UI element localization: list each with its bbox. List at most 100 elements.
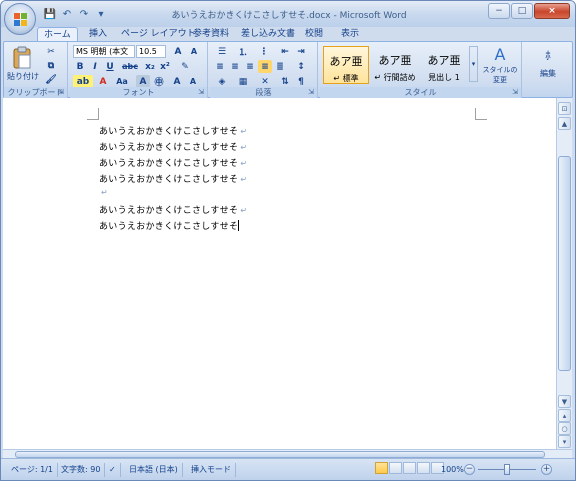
clipboard-group-label: クリップボード ⇲ [4, 87, 67, 98]
document-line-7[interactable]: あいうえおかきくけこさしすせそ [99, 219, 240, 232]
paragraph-group-label: 段落 ⇲ [210, 87, 317, 98]
line-2-text: あいうえおかきくけこさしすせそ [99, 143, 239, 153]
line-3-text: あいうえおかきくけこさしすせそ [99, 159, 239, 169]
language-indicator[interactable]: 日本語 (日本) [125, 463, 183, 477]
paste-label[interactable]: 貼り付け [6, 70, 40, 82]
minimize-button[interactable]: − [488, 3, 510, 19]
paste-icon[interactable] [8, 44, 36, 72]
line-spacing-icon[interactable]: ↕ [292, 60, 310, 73]
tab-view[interactable]: 表示 [335, 27, 365, 42]
word-window: 💾 ↶ ↷ ▾ あいうえおかきくけこさしすせそ.docx - Microsoft… [0, 0, 576, 481]
print-layout-icon[interactable] [375, 462, 388, 474]
clipboard-launcher-icon[interactable]: ⇲ [57, 88, 65, 96]
numbering-icon[interactable]: ⒈ [234, 45, 252, 58]
style-normal[interactable]: あア亜 ↵ 標準 [323, 46, 369, 84]
increase-indent-icon[interactable]: ⇥ [294, 45, 308, 58]
zoom-out-icon[interactable]: − [464, 464, 475, 475]
bullets-icon[interactable]: ☰ [213, 45, 231, 58]
distributed-icon[interactable]: ≣ [273, 60, 287, 73]
tab-references[interactable]: 参考資料 [187, 27, 235, 42]
tab-insert[interactable]: 挿入 [83, 27, 113, 42]
clear-formatting-icon[interactable]: ✎ [178, 60, 192, 73]
editing-button[interactable]: 編集 [528, 66, 568, 80]
margin-corner-top-left [87, 108, 99, 120]
italic-button[interactable]: I [88, 60, 102, 73]
office-button[interactable] [4, 3, 36, 35]
document-line-1[interactable]: あいうえおかきくけこさしすせそ ↵ [99, 124, 247, 137]
paragraph-mark: ↵ [240, 143, 248, 152]
zoom-in-icon[interactable]: + [541, 464, 552, 475]
bold-button[interactable]: B [73, 60, 87, 73]
paragraph-mark: ↵ [240, 206, 248, 215]
page-indicator[interactable]: ページ: 1/1 [7, 463, 58, 477]
zoom-level[interactable]: 100% [441, 463, 464, 477]
grow-font-button[interactable]: A [171, 45, 185, 58]
justify-icon[interactable]: ≡ [258, 60, 272, 73]
title-bar: 💾 ↶ ↷ ▾ あいうえおかきくけこさしすせそ.docx - Microsoft… [1, 1, 575, 35]
close-button[interactable]: × [534, 3, 570, 19]
format-painter-icon[interactable]: 🖌 [44, 73, 58, 86]
underline-button[interactable]: U [103, 60, 117, 73]
find-icon[interactable]: ﾎ [536, 45, 560, 65]
style-normal-name: ↵ 標準 [333, 74, 359, 83]
document-line-3[interactable]: あいうえおかきくけこさしすせそ ↵ [99, 156, 247, 169]
maximize-button[interactable]: □ [511, 3, 533, 19]
document-line-5[interactable]: ↵ [99, 188, 108, 198]
vertical-scrollbar[interactable]: ⊡ ▲ ▼ ▴ ○ ▾ [556, 98, 572, 449]
copy-icon[interactable]: ⧉ [44, 59, 58, 72]
outline-icon[interactable] [417, 462, 430, 474]
office-logo-icon [14, 13, 27, 26]
tab-home[interactable]: ホーム [37, 27, 78, 42]
font-name-combo[interactable]: MS 明朝 (本文 [73, 45, 135, 58]
style-heading-1[interactable]: あア亜 見出し 1 [421, 46, 467, 84]
align-right-icon[interactable]: ≡ [243, 60, 257, 73]
ribbon: 貼り付け ✂ ⧉ 🖌 クリップボード ⇲ MS 明朝 (本文 10.5 A A … [3, 41, 573, 98]
style-no-spacing[interactable]: あア亜 ↵ 行間詰め [372, 46, 418, 84]
paragraph-mark: ↵ [240, 159, 248, 168]
editing-group: ﾎ 編集 [524, 42, 572, 98]
decrease-indent-icon[interactable]: ⇤ [278, 45, 292, 58]
styles-scroll-icon[interactable]: ▾ [469, 46, 478, 82]
superscript-button[interactable]: x² [158, 60, 172, 73]
web-layout-icon[interactable] [403, 462, 416, 474]
font-launcher-icon[interactable]: ⇲ [197, 88, 205, 96]
document-line-2[interactable]: あいうえおかきくけこさしすせそ ↵ [99, 140, 247, 153]
ruler-toggle-icon[interactable]: ⊡ [558, 102, 571, 115]
scroll-up-icon[interactable]: ▲ [558, 117, 571, 130]
full-screen-reading-icon[interactable] [389, 462, 402, 474]
change-styles-button[interactable]: スタイルの変更 [480, 66, 520, 84]
strikethrough-button[interactable]: abc [120, 60, 140, 73]
next-page-icon[interactable]: ▾ [558, 435, 571, 448]
style-no-spacing-preview: あア亜 [378, 54, 412, 67]
browse-object-icon[interactable]: ○ [558, 422, 571, 435]
align-left-icon[interactable]: ≡ [213, 60, 227, 73]
clipboard-label-text: クリップボード [7, 88, 64, 97]
paragraph-launcher-icon[interactable]: ⇲ [307, 88, 315, 96]
shrink-font-button[interactable]: A [187, 45, 201, 58]
font-group-label: フォント ⇲ [70, 87, 207, 98]
proofing-icon[interactable]: ✓ [105, 463, 121, 477]
previous-page-icon[interactable]: ▴ [558, 409, 571, 422]
tab-review[interactable]: 校閲 [299, 27, 329, 42]
horizontal-scroll-thumb[interactable] [15, 451, 545, 458]
change-styles-icon[interactable]: A [482, 44, 518, 64]
document-line-6[interactable]: あいうえおかきくけこさしすせそ ↵ [99, 203, 247, 216]
scroll-down-icon[interactable]: ▼ [558, 395, 571, 408]
line-7-text: あいうえおかきくけこさしすせそ [99, 222, 239, 232]
document-area[interactable]: あいうえおかきくけこさしすせそ ↵ あいうえおかきくけこさしすせそ ↵ あいうえおか… [3, 98, 556, 449]
align-center-icon[interactable]: ≡ [228, 60, 242, 73]
styles-launcher-icon[interactable]: ⇲ [511, 88, 519, 96]
zoom-slider-thumb[interactable] [504, 464, 510, 475]
cut-icon[interactable]: ✂ [44, 45, 58, 58]
multilevel-list-icon[interactable]: ⋮ [255, 45, 273, 58]
vertical-scroll-thumb[interactable] [558, 156, 571, 371]
style-heading-1-preview: あア亜 [427, 54, 461, 67]
window-controls: − □ × [488, 3, 570, 19]
tab-mailings[interactable]: 差し込み文書 [235, 27, 301, 42]
document-line-4[interactable]: あいうえおかきくけこさしすせそ ↵ [99, 172, 247, 185]
subscript-button[interactable]: x₂ [143, 60, 157, 73]
font-size-combo[interactable]: 10.5 [136, 45, 166, 58]
horizontal-scrollbar[interactable] [3, 449, 572, 458]
insert-mode[interactable]: 挿入モード [187, 463, 236, 477]
word-count[interactable]: 文字数: 90 [57, 463, 106, 477]
